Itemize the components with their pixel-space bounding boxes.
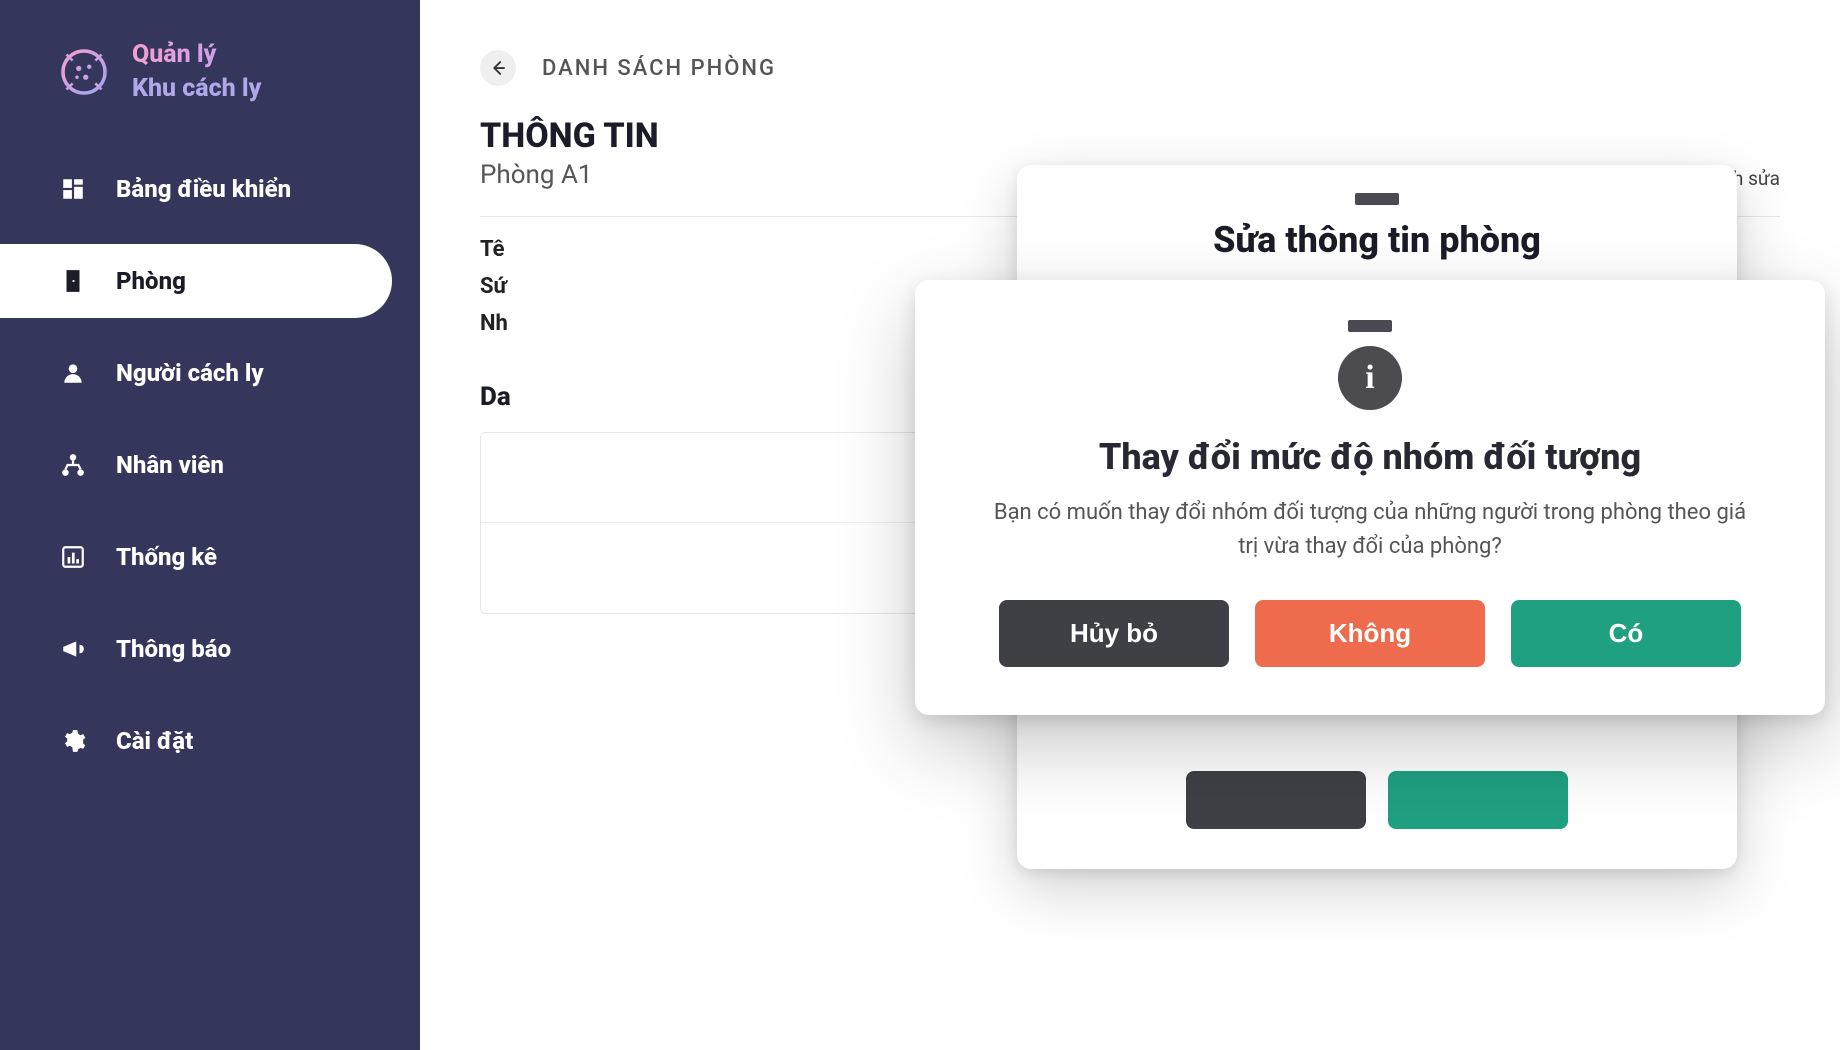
modal-save-button[interactable] bbox=[1388, 771, 1568, 829]
modal-drag-handle[interactable] bbox=[1348, 320, 1392, 332]
confirm-yes-button[interactable]: Có bbox=[1511, 600, 1741, 667]
nav-people[interactable]: Người cách ly bbox=[0, 336, 392, 410]
person-icon bbox=[58, 358, 88, 388]
nav-label: Thông báo bbox=[116, 635, 231, 663]
confirm-group-change-modal: i Thay đổi mức độ nhóm đối tượng Bạn có … bbox=[915, 280, 1825, 715]
main: DANH SÁCH PHÒNG THÔNG TIN Phòng A1 nh cá… bbox=[420, 0, 1840, 1050]
confirm-no-button[interactable]: Không bbox=[1255, 600, 1485, 667]
orgchart-icon bbox=[58, 450, 88, 480]
back-button[interactable] bbox=[480, 50, 516, 86]
nav-rooms[interactable]: Phòng bbox=[0, 244, 392, 318]
info-title-wrap: THÔNG TIN Phòng A1 bbox=[480, 116, 659, 190]
nav-label: Phòng bbox=[116, 267, 186, 295]
modal-footer bbox=[1057, 771, 1697, 829]
sidebar: Quản lý Khu cách ly Bảng điều khiển Phòn… bbox=[0, 0, 420, 1050]
nav: Bảng điều khiển Phòng Người cách ly Nhân… bbox=[0, 152, 420, 778]
confirm-actions: Hủy bỏ Không Có bbox=[965, 600, 1775, 667]
info-heading: THÔNG TIN bbox=[480, 116, 659, 156]
nav-staff[interactable]: Nhân viên bbox=[0, 428, 392, 502]
nav-dashboard[interactable]: Bảng điều khiển bbox=[0, 152, 392, 226]
breadcrumb: DANH SÁCH PHÒNG bbox=[480, 50, 1780, 86]
dashboard-icon bbox=[58, 174, 88, 204]
confirm-body: Bạn có muốn thay đổi nhóm đối tượng của … bbox=[990, 496, 1750, 564]
brand-line1: Quản lý bbox=[132, 38, 261, 72]
modal-title: Sửa thông tin phòng bbox=[1057, 219, 1697, 261]
virus-icon bbox=[56, 44, 112, 100]
breadcrumb-title: DANH SÁCH PHÒNG bbox=[542, 56, 776, 81]
list-heading: Da bbox=[480, 382, 511, 412]
brand-line2: Khu cách ly bbox=[132, 72, 261, 106]
nav-announce[interactable]: Thông báo bbox=[0, 612, 392, 686]
nav-label: Thống kê bbox=[116, 543, 217, 571]
app-root: Quản lý Khu cách ly Bảng điều khiển Phòn… bbox=[0, 0, 1840, 1050]
nav-settings[interactable]: Cài đặt bbox=[0, 704, 392, 778]
nav-label: Người cách ly bbox=[116, 359, 264, 387]
brand-text: Quản lý Khu cách ly bbox=[132, 38, 261, 106]
door-icon bbox=[58, 266, 88, 296]
confirm-title: Thay đổi mức độ nhóm đối tượng bbox=[965, 436, 1775, 478]
info-subtitle: Phòng A1 bbox=[480, 160, 659, 190]
nav-stats[interactable]: Thống kê bbox=[0, 520, 392, 594]
info-icon: i bbox=[1338, 346, 1402, 410]
modal-drag-handle[interactable] bbox=[1355, 193, 1399, 205]
nav-label: Cài đặt bbox=[116, 727, 193, 755]
gear-icon bbox=[58, 726, 88, 756]
nav-label: Nhân viên bbox=[116, 451, 224, 479]
arrow-left-icon bbox=[489, 59, 507, 77]
confirm-cancel-button[interactable]: Hủy bỏ bbox=[999, 600, 1229, 667]
modal-cancel-button[interactable] bbox=[1186, 771, 1366, 829]
brand: Quản lý Khu cách ly bbox=[0, 28, 420, 146]
chart-icon bbox=[58, 542, 88, 572]
megaphone-icon bbox=[58, 634, 88, 664]
nav-label: Bảng điều khiển bbox=[116, 175, 291, 203]
